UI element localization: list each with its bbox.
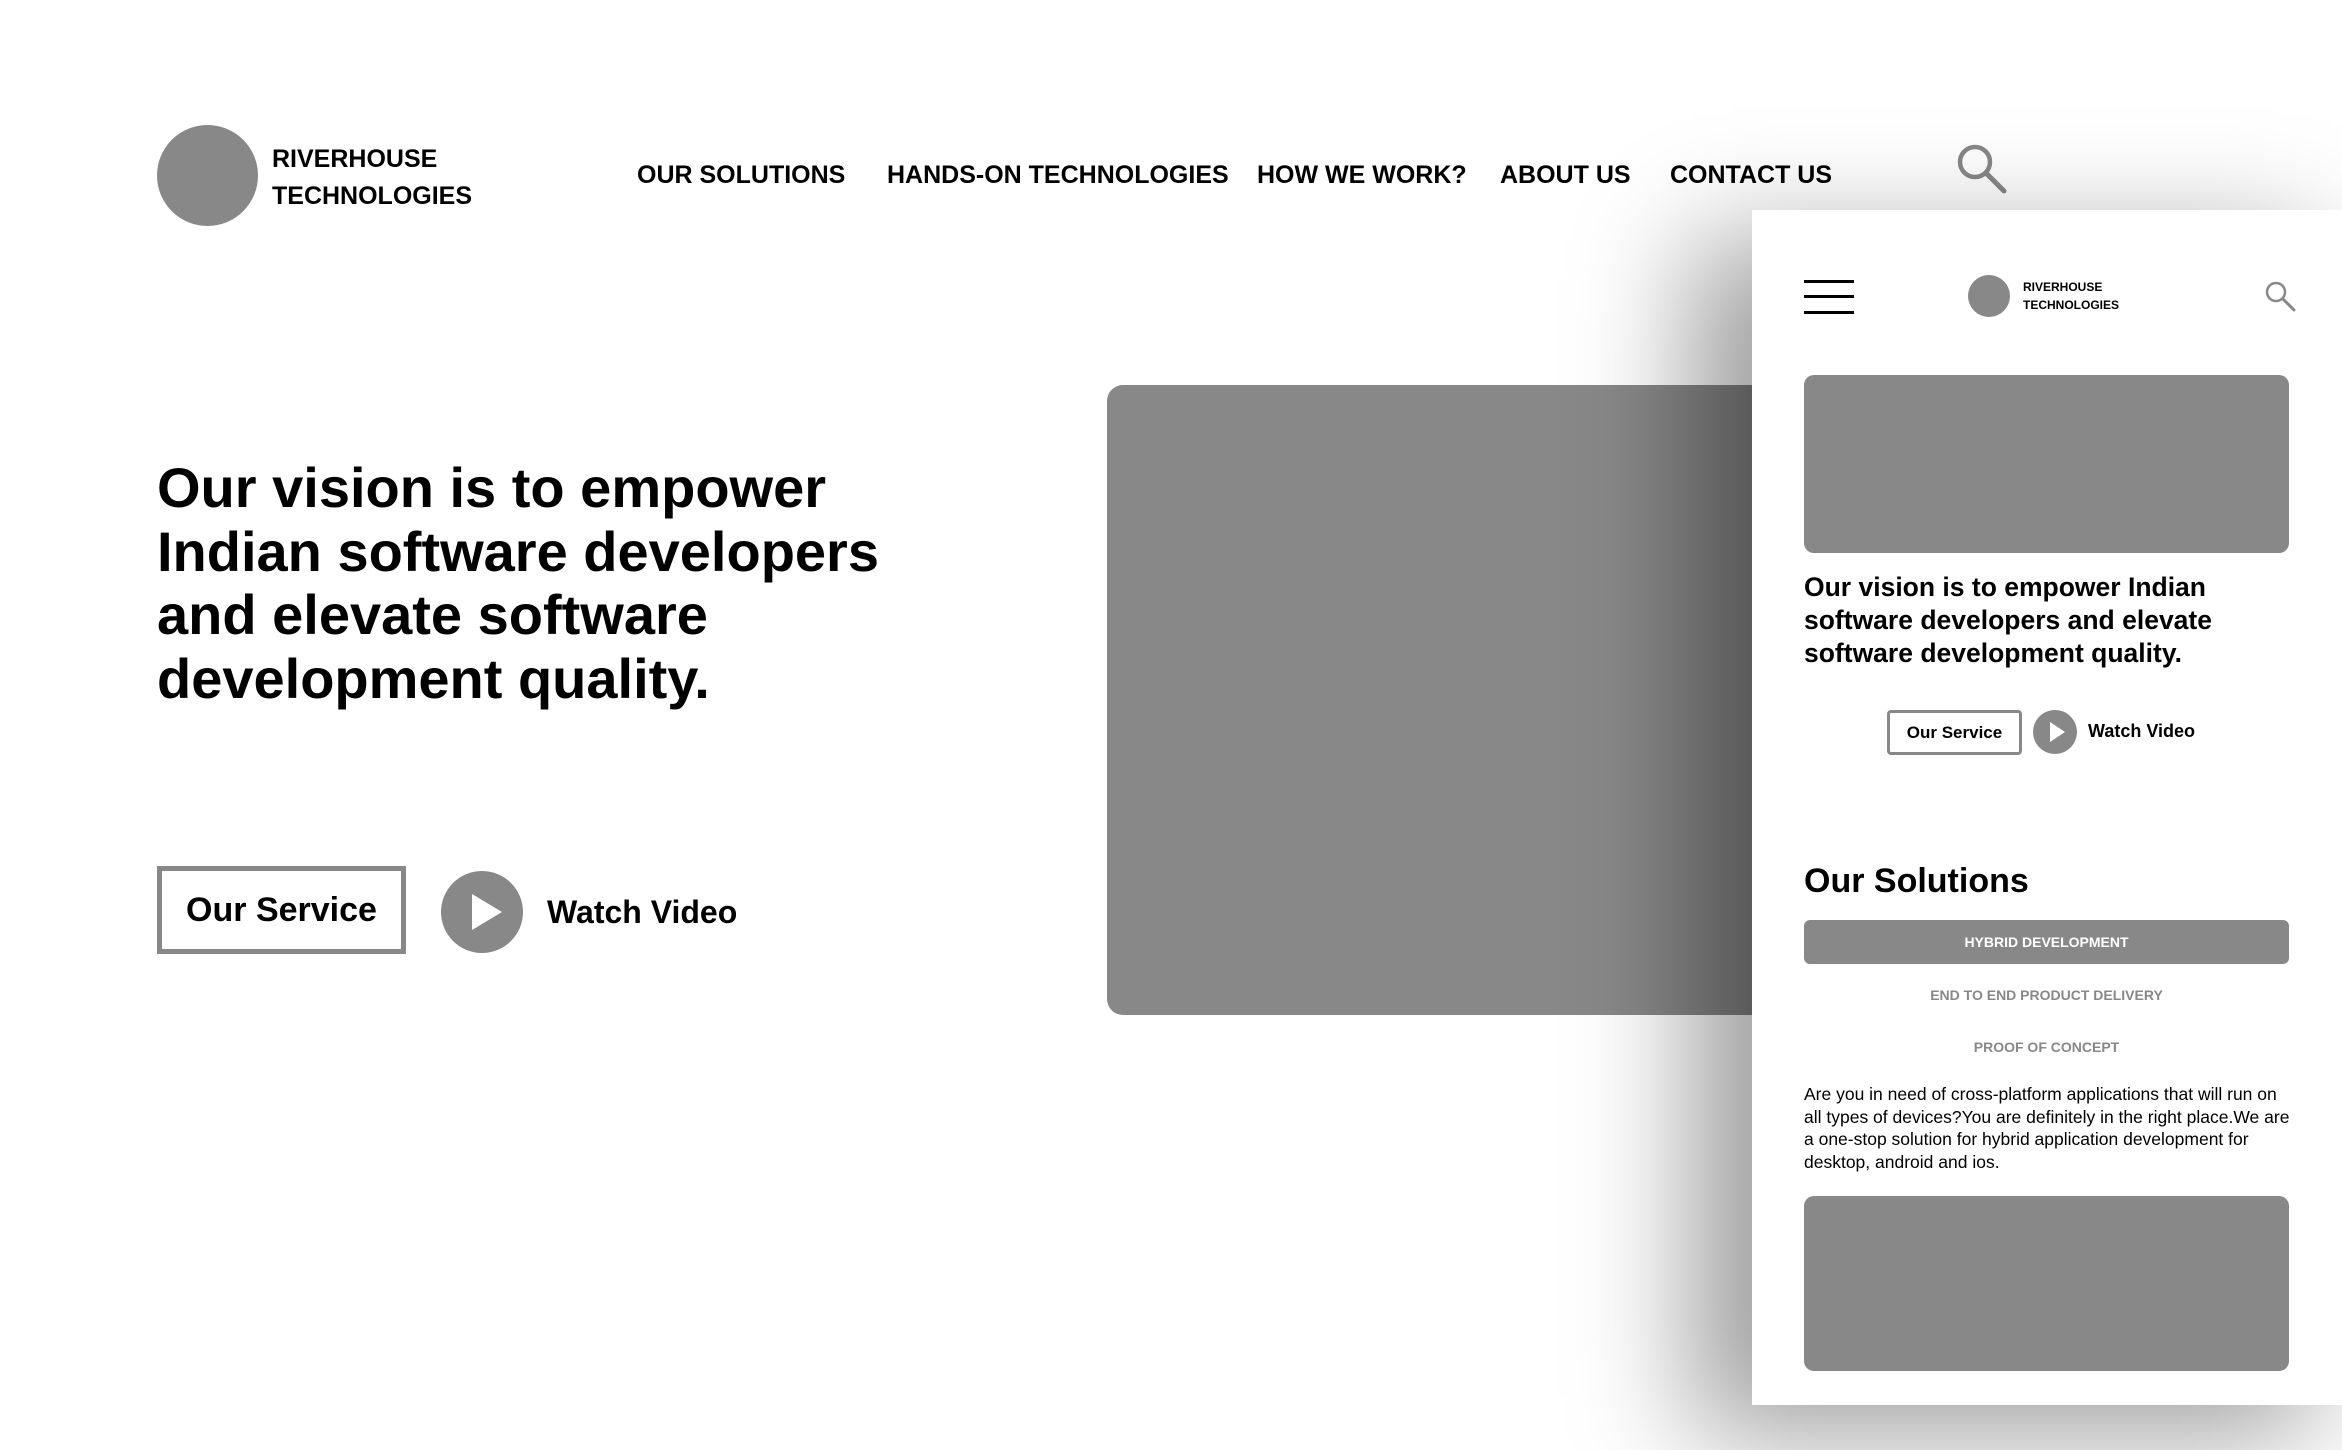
search-icon[interactable] <box>1955 142 2007 194</box>
play-icon <box>472 894 502 930</box>
mobile-hero-image-placeholder <box>1804 375 2289 553</box>
hero-headline: Our vision is to empower Indian software… <box>157 456 879 710</box>
mobile-brand-line-2: TECHNOLOGIES <box>2023 298 2120 312</box>
mobile-brand-name[interactable]: RIVERHOUSE TECHNOLOGIES <box>2023 278 2119 314</box>
search-icon[interactable] <box>2264 280 2296 312</box>
tab-hybrid-development[interactable]: HYBRID DEVELOPMENT <box>1804 920 2289 964</box>
hamburger-menu-icon[interactable] <box>1804 280 1854 314</box>
mobile-preview: RIVERHOUSE TECHNOLOGIES Our vision is to… <box>1752 210 2342 1405</box>
nav-how-we-work[interactable]: HOW WE WORK? <box>1257 158 1467 192</box>
nav-our-solutions[interactable]: OUR SOLUTIONS <box>637 158 845 192</box>
mobile-brand-line-1: RIVERHOUSE <box>2023 280 2103 294</box>
tab-end-to-end-product-delivery[interactable]: END TO END PRODUCT DELIVERY <box>1804 973 2289 1017</box>
mobile-hero-headline: Our vision is to empower Indian software… <box>1804 572 2212 668</box>
solutions-title: Our Solutions <box>1804 862 2029 900</box>
mobile-play-video-button[interactable] <box>2033 710 2077 754</box>
nav-contact-us[interactable]: CONTACT US <box>1670 158 1832 192</box>
mobile-watch-video-link[interactable]: Watch Video <box>2088 720 2195 742</box>
play-video-button[interactable] <box>441 871 523 953</box>
solution-description: Are you in need of cross-platform applic… <box>1804 1084 2290 1172</box>
mobile-logo[interactable] <box>1968 275 2010 317</box>
our-service-button[interactable]: Our Service <box>157 866 406 954</box>
play-icon <box>2050 722 2065 742</box>
nav-about-us[interactable]: ABOUT US <box>1500 158 1631 192</box>
solution-image-placeholder <box>1804 1196 2289 1371</box>
tab-proof-of-concept[interactable]: PROOF OF CONCEPT <box>1804 1025 2289 1069</box>
mobile-our-service-button[interactable]: Our Service <box>1887 710 2022 755</box>
watch-video-link[interactable]: Watch Video <box>547 892 737 932</box>
nav-hands-on-technologies[interactable]: HANDS-ON TECHNOLOGIES <box>887 158 1229 192</box>
